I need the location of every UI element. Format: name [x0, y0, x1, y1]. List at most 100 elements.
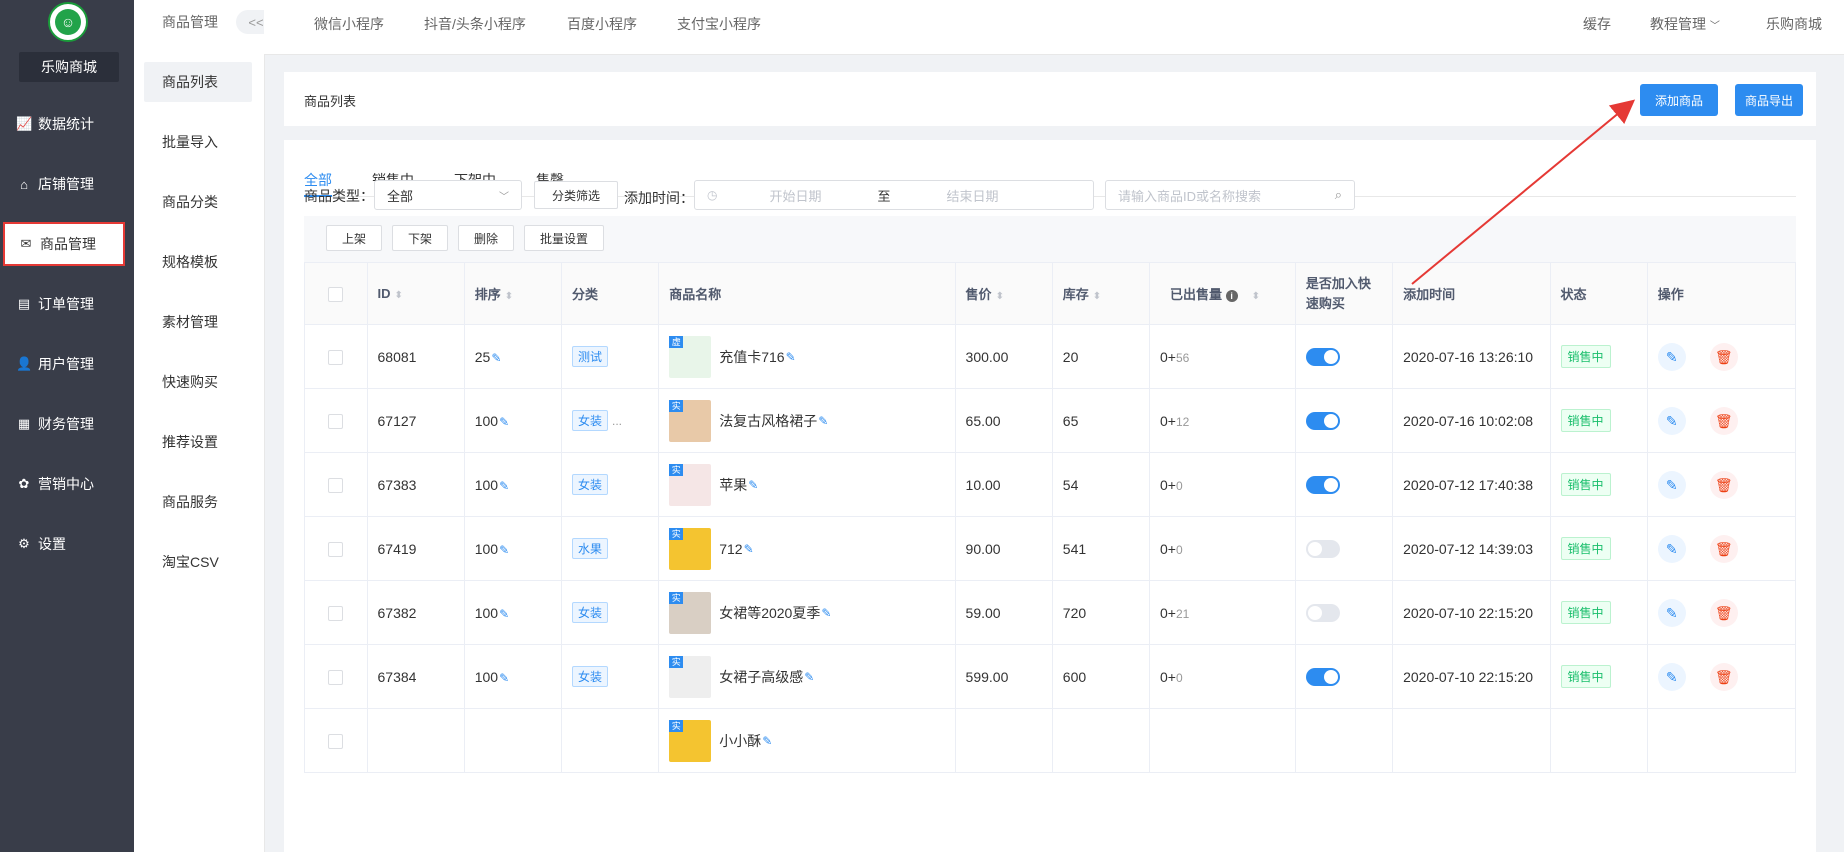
trash-icon[interactable]: 🗑	[1709, 342, 1738, 371]
subnav-item-7[interactable]: 商品服务	[144, 482, 252, 522]
pencil-icon[interactable]: ✎	[786, 350, 796, 364]
goods-thumbnail[interactable]: 实	[669, 463, 712, 506]
export-goods-button[interactable]: 商品导出	[1735, 84, 1803, 116]
quick-buy-toggle[interactable]	[1305, 347, 1340, 366]
top-tab-wechat[interactable]: 微信小程序	[314, 14, 384, 34]
nav-item-5[interactable]: ▦ 财务管理	[0, 402, 134, 446]
trash-icon[interactable]: 🗑	[1709, 534, 1738, 563]
goods-thumbnail[interactable]: 虚	[669, 335, 712, 378]
edit-icon[interactable]: ✎	[1657, 598, 1686, 627]
nav-item-0[interactable]: 📈 数据统计	[0, 102, 134, 146]
batch-settings-button[interactable]: 批量设置	[524, 225, 604, 251]
nav-item-3[interactable]: ▤ 订单管理	[0, 282, 134, 326]
nav-item-4[interactable]: 👤 用户管理	[0, 342, 134, 386]
pencil-icon[interactable]: ✎	[499, 479, 509, 493]
batch-delete-button[interactable]: 删除	[458, 225, 514, 251]
quick-buy-toggle[interactable]	[1305, 539, 1340, 558]
goods-thumbnail[interactable]: 实	[669, 399, 712, 442]
category-tag: 女装	[571, 666, 608, 687]
quick-buy-toggle[interactable]	[1305, 475, 1340, 494]
pencil-icon[interactable]: ✎	[499, 607, 509, 621]
shop-menu[interactable]: 乐购商城	[1766, 14, 1822, 34]
top-tab-alipay[interactable]: 支付宝小程序	[677, 14, 761, 34]
sort-icon[interactable]: ⬍	[1252, 291, 1260, 302]
pencil-icon[interactable]: ✎	[744, 542, 754, 556]
add-goods-button[interactable]: 添加商品	[1640, 84, 1718, 116]
date-range-picker[interactable]: ◷ 开始日期 至 结束日期	[694, 180, 1094, 210]
row-checkbox[interactable]	[328, 605, 344, 621]
subnav-item-4[interactable]: 素材管理	[144, 302, 252, 342]
tutorial-menu[interactable]: 教程管理 ﹀	[1650, 14, 1720, 34]
pencil-icon[interactable]: ✎	[499, 671, 509, 685]
subnav-item-5[interactable]: 快速购买	[144, 362, 252, 402]
quick-buy-toggle[interactable]	[1305, 603, 1340, 622]
goods-thumbnail[interactable]: 实	[669, 591, 712, 634]
goods-price: 10.00	[954, 452, 1053, 517]
end-date-input[interactable]: 结束日期	[947, 186, 999, 205]
column-header-price[interactable]: 售价 ⬍	[954, 262, 1053, 325]
pencil-icon[interactable]: ✎	[762, 734, 772, 748]
batch-on-shelf-button[interactable]: 上架	[326, 225, 382, 251]
pencil-icon[interactable]: ✎	[818, 414, 828, 428]
search-input[interactable]: 请输入商品ID或名称搜索 ⌕	[1105, 180, 1355, 210]
goods-thumbnail[interactable]: 实	[669, 527, 712, 570]
trash-icon[interactable]: 🗑	[1709, 470, 1738, 499]
quick-buy-toggle[interactable]	[1305, 667, 1340, 686]
pencil-icon[interactable]: ✎	[748, 478, 758, 492]
subnav-item-8[interactable]: 淘宝CSV	[144, 542, 252, 582]
pencil-icon[interactable]: ✎	[804, 670, 814, 684]
row-checkbox[interactable]	[328, 349, 344, 365]
status-tab-all[interactable]: 全部	[304, 170, 332, 190]
top-tab-douyin[interactable]: 抖音/头条小程序	[424, 14, 526, 34]
sort-icon[interactable]: ⬍	[996, 291, 1004, 302]
column-header-sold[interactable]: 已出售量 i ⬍	[1149, 262, 1296, 325]
row-checkbox[interactable]	[328, 413, 344, 429]
pencil-icon[interactable]: ✎	[499, 543, 509, 557]
category-filter-button[interactable]: 分类筛选	[534, 181, 618, 209]
start-date-input[interactable]: 开始日期	[769, 186, 821, 205]
nav-item-6[interactable]: ✿ 营销中心	[0, 462, 134, 506]
nav-item-2[interactable]: ✉ 商品管理	[3, 222, 125, 266]
edit-icon[interactable]: ✎	[1657, 406, 1686, 435]
subnav-item-0[interactable]: 商品列表	[144, 62, 252, 102]
subnav-item-2[interactable]: 商品分类	[144, 182, 252, 222]
trash-icon[interactable]: 🗑	[1709, 662, 1738, 691]
search-icon[interactable]: ⌕	[1335, 187, 1342, 203]
subnav-item-6[interactable]: 推荐设置	[144, 422, 252, 462]
goods-type-select[interactable]: 全部 ﹀	[374, 180, 522, 210]
edit-icon[interactable]: ✎	[1657, 534, 1686, 563]
goods-thumbnail[interactable]: 实	[669, 719, 712, 762]
goods-add-time: 2020-07-10 22:15:20	[1392, 644, 1551, 709]
row-checkbox[interactable]	[328, 541, 344, 557]
batch-off-shelf-button[interactable]: 下架	[392, 225, 448, 251]
pencil-icon[interactable]: ✎	[491, 351, 501, 365]
pencil-icon[interactable]: ✎	[821, 606, 831, 620]
cache-link[interactable]: 缓存	[1583, 14, 1611, 34]
sort-icon[interactable]: ⬍	[1093, 291, 1101, 302]
edit-icon[interactable]: ✎	[1657, 662, 1686, 691]
goods-thumbnail[interactable]: 实	[669, 655, 712, 698]
quick-buy-toggle[interactable]	[1305, 411, 1340, 430]
nav-item-1[interactable]: ⌂ 店铺管理	[0, 162, 134, 206]
column-header-stock[interactable]: 库存 ⬍	[1051, 262, 1151, 325]
row-checkbox[interactable]	[328, 669, 344, 685]
row-checkbox[interactable]	[328, 733, 344, 749]
trash-icon[interactable]: 🗑	[1709, 598, 1738, 627]
row-checkbox[interactable]	[328, 477, 344, 493]
column-header-id[interactable]: ID ⬍	[366, 262, 465, 325]
subnav-item-1[interactable]: 批量导入	[144, 122, 252, 162]
sort-icon[interactable]: ⬍	[505, 291, 513, 302]
nav-item-7[interactable]: ⚙ 设置	[0, 522, 134, 566]
pencil-icon[interactable]: ✎	[499, 415, 509, 429]
trash-icon[interactable]: 🗑	[1709, 406, 1738, 435]
select-all-checkbox[interactable]	[328, 286, 344, 302]
date-separator: 至	[877, 188, 891, 204]
edit-icon[interactable]: ✎	[1657, 470, 1686, 499]
edit-icon[interactable]: ✎	[1657, 342, 1686, 371]
top-tab-baidu[interactable]: 百度小程序	[567, 14, 637, 34]
goods-type-badge: 实	[669, 591, 684, 604]
sort-icon[interactable]: ⬍	[395, 290, 403, 301]
subnav-item-3[interactable]: 规格模板	[144, 242, 252, 282]
info-icon[interactable]: i	[1225, 290, 1238, 302]
column-header-sort[interactable]: 排序 ⬍	[463, 262, 562, 325]
